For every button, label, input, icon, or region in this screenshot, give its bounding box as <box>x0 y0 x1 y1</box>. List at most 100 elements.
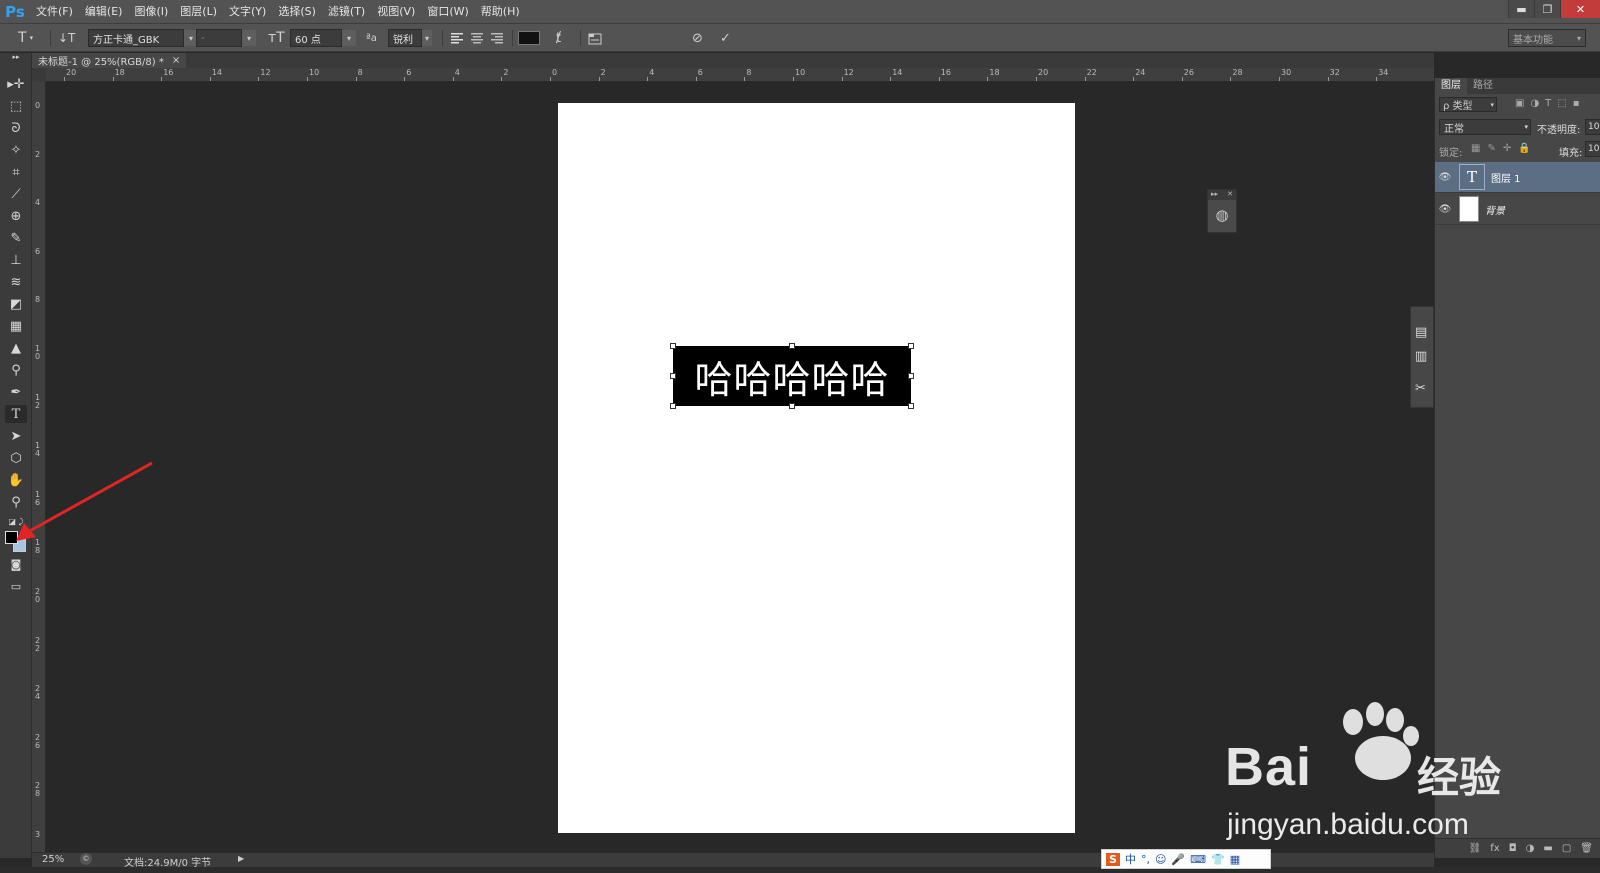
properties-icon[interactable]: ▥ <box>1415 349 1427 364</box>
transform-handle[interactable] <box>670 373 676 379</box>
blend-mode-select[interactable]: 正常 ▾ <box>1439 119 1531 135</box>
clone-stamp-tool-icon[interactable]: ⊥ <box>5 251 27 269</box>
new-layer-icon[interactable]: ▢ <box>1562 843 1571 854</box>
foreground-color-swatch[interactable] <box>5 531 18 544</box>
menu-view[interactable]: 视图(V) <box>371 1 421 23</box>
dodge-tool-icon[interactable]: ⚲ <box>5 361 27 379</box>
opacity-input[interactable]: 100 <box>1585 119 1600 135</box>
move-tool-icon[interactable]: ▸✛ <box>5 75 27 93</box>
ime-mode[interactable]: 中 <box>1125 851 1136 867</box>
keyboard-icon[interactable]: ⌨ <box>1190 853 1206 866</box>
marquee-tool-icon[interactable]: ⬚ <box>5 97 27 115</box>
font-size-select[interactable]: 60 点 ▾ <box>290 28 356 48</box>
document-tab[interactable]: 未标题-1 @ 25%(RGB/8) * × <box>32 53 187 68</box>
layer-row-background[interactable]: 👁 背景 <box>1435 194 1600 225</box>
cancel-edits-icon[interactable]: ⊘ <box>692 28 703 48</box>
text-color-swatch[interactable] <box>518 28 540 48</box>
toolbox-grid-icon[interactable]: ▦ <box>1230 853 1240 866</box>
menu-edit[interactable]: 编辑(E) <box>79 1 129 23</box>
link-layers-icon[interactable]: ⛓ <box>1469 843 1482 854</box>
transform-handle[interactable] <box>670 403 676 409</box>
eraser-tool-icon[interactable]: ◩ <box>5 295 27 313</box>
commit-edits-icon[interactable]: ✓ <box>720 28 731 48</box>
toggle-orientation-icon[interactable]: ↓T <box>58 28 75 48</box>
history-brush-tool-icon[interactable]: ≋ <box>5 273 27 291</box>
layer-row-text[interactable]: 👁 T 图层 1 <box>1435 162 1600 193</box>
layer-style-icon[interactable]: fx <box>1490 843 1499 854</box>
sogou-logo-icon[interactable]: S <box>1106 852 1120 866</box>
layer-name[interactable]: 背景 <box>1485 202 1505 217</box>
path-selection-tool-icon[interactable]: ➤ <box>5 427 27 445</box>
align-center-button[interactable] <box>470 28 484 48</box>
menu-help[interactable]: 帮助(H) <box>475 1 526 23</box>
expand-panel-icon[interactable]: ▸▸ <box>1211 190 1218 200</box>
shape-tool-icon[interactable]: ⬡ <box>5 449 27 467</box>
layer-name[interactable]: 图层 1 <box>1491 170 1521 185</box>
layer-filter-icons[interactable]: ▣◑T⬚▪ <box>1515 98 1586 109</box>
brush-tool-icon[interactable]: ✎ <box>5 229 27 247</box>
transform-handle[interactable] <box>908 403 914 409</box>
transform-handle[interactable] <box>908 343 914 349</box>
close-window-button[interactable]: ✕ <box>1560 0 1600 18</box>
new-group-icon[interactable]: ▬ <box>1543 843 1552 854</box>
microphone-icon[interactable]: 🎤 <box>1171 853 1185 866</box>
close-panel-icon[interactable]: ✕ <box>1227 190 1233 200</box>
type-tool-icon[interactable]: T <box>5 405 27 423</box>
menu-layer[interactable]: 图层(L) <box>174 1 223 23</box>
status-menu-arrow-icon[interactable]: ▶ <box>238 854 244 863</box>
toolbox-collapse-icon[interactable]: ▸▸ <box>5 53 27 61</box>
align-left-button[interactable] <box>450 28 464 48</box>
pen-tool-icon[interactable]: ✒ <box>5 383 27 401</box>
menu-file[interactable]: 文件(F) <box>30 1 79 23</box>
text-layer-bounding-box[interactable]: 哈哈哈哈哈 <box>673 346 911 406</box>
eye-icon[interactable]: 👁 <box>1435 172 1455 183</box>
lock-icons[interactable]: ▦✎✛🔒 <box>1471 143 1538 154</box>
screen-mode-icon[interactable]: ▭ <box>5 577 27 595</box>
antialias-select[interactable]: 锐利 ▾ <box>388 28 432 48</box>
3d-icon[interactable]: ◍ <box>1208 200 1236 230</box>
delete-layer-icon[interactable]: 🗑 <box>1580 843 1593 854</box>
adjustment-layer-icon[interactable]: ◑ <box>1526 843 1535 854</box>
font-family-select[interactable]: 方正卡通_GBK ▾ <box>88 28 198 48</box>
status-info-icon[interactable]: © <box>80 853 92 865</box>
ruler-origin[interactable] <box>32 68 46 82</box>
add-mask-icon[interactable]: ◘ <box>1509 843 1517 854</box>
fill-input[interactable]: 100 <box>1585 141 1600 157</box>
blur-tool-icon[interactable]: ▲ <box>5 339 27 357</box>
transform-handle[interactable] <box>670 343 676 349</box>
character-panel-button[interactable] <box>588 28 602 48</box>
default-colors-icon[interactable]: ◪ ⤸ <box>5 513 27 531</box>
menu-window[interactable]: 窗口(W) <box>421 1 474 23</box>
close-tab-icon[interactable]: × <box>172 55 180 66</box>
history-icon[interactable]: ▤ <box>1415 325 1427 340</box>
magic-wand-tool-icon[interactable]: ✧ <box>5 141 27 159</box>
skin-icon[interactable]: 👕 <box>1211 853 1225 866</box>
zoom-tool-icon[interactable]: ⚲ <box>5 493 27 511</box>
font-style-select[interactable]: - ▾ <box>196 28 256 48</box>
menu-select[interactable]: 选择(S) <box>272 1 322 23</box>
crop-tool-icon[interactable]: ⌗ <box>5 163 27 181</box>
minimize-button[interactable]: ▬ <box>1508 0 1534 18</box>
workspace-select[interactable]: 基本功能 ▾ <box>1508 28 1586 48</box>
tab-paths[interactable]: 路径 <box>1467 78 1499 94</box>
eyedropper-tool-icon[interactable]: ⟋ <box>5 185 27 203</box>
restore-button[interactable]: ❐ <box>1534 0 1560 18</box>
eye-icon[interactable]: 👁 <box>1435 204 1455 215</box>
quick-mask-icon[interactable]: ◙ <box>5 555 27 573</box>
transform-handle[interactable] <box>789 343 795 349</box>
zoom-level[interactable]: 25% <box>42 854 64 865</box>
layer-filter-select[interactable]: ρ 类型 ▾ <box>1439 97 1497 112</box>
menu-type[interactable]: 文字(Y) <box>223 1 272 23</box>
menu-image[interactable]: 图像(I) <box>128 1 174 23</box>
menu-filter[interactable]: 滤镜(T) <box>322 1 371 23</box>
gradient-tool-icon[interactable]: ▦ <box>5 317 27 335</box>
document-canvas[interactable] <box>558 103 1075 833</box>
tab-layers[interactable]: 图层 <box>1435 78 1467 94</box>
warp-text-icon[interactable]: ⱦ <box>556 28 561 48</box>
type-tool-preset-icon[interactable]: T ▾ <box>18 28 33 48</box>
lasso-tool-icon[interactable]: ᘐ <box>5 119 27 137</box>
tool-presets-icon[interactable]: ✂ <box>1415 381 1426 396</box>
ime-punctuation[interactable]: °, <box>1141 853 1150 866</box>
align-right-button[interactable] <box>490 28 504 48</box>
healing-brush-tool-icon[interactable]: ⊕ <box>5 207 27 225</box>
